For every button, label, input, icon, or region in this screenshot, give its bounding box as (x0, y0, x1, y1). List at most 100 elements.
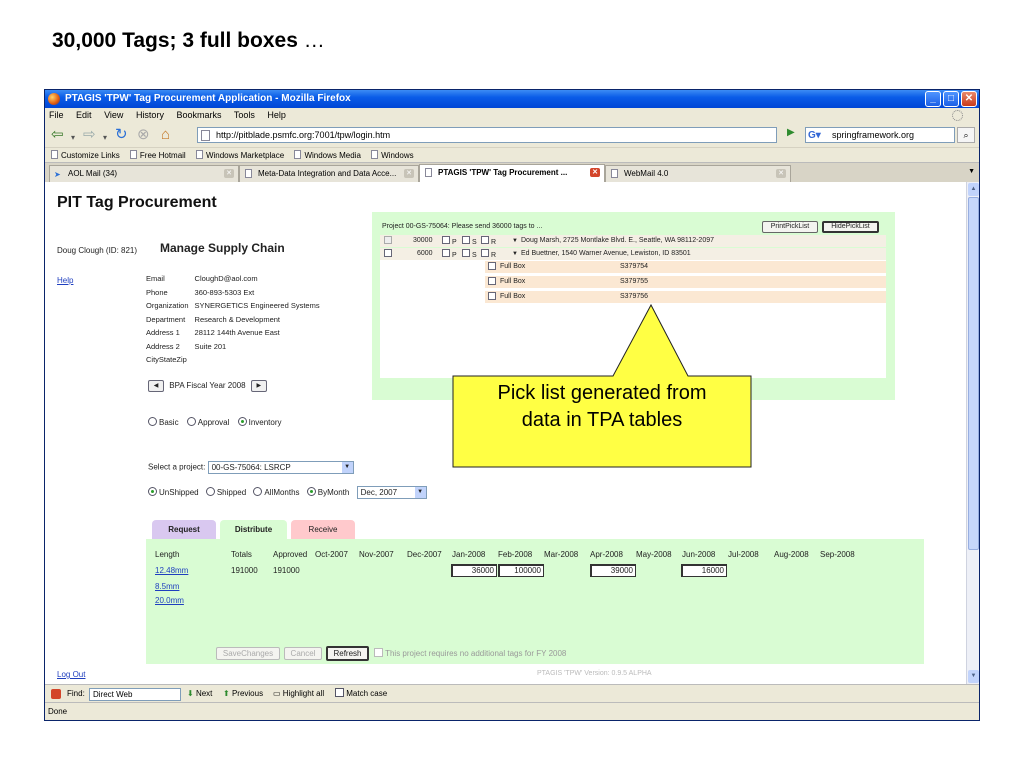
refresh-button[interactable]: Refresh (326, 646, 369, 661)
col-jun: Jun-2008 (682, 550, 716, 559)
mar-quantity-input[interactable]: 39000 (590, 564, 636, 577)
save-changes-button[interactable]: SaveChanges (216, 647, 280, 660)
bookmark-item[interactable]: Free Hotmail (129, 148, 186, 163)
dec-quantity-input[interactable]: 36000 (451, 564, 497, 577)
col-approved: Approved (273, 550, 308, 559)
project-select-row: Select a project: 00-GS-75064: LSRCP ▼ (148, 461, 354, 474)
find-next-button[interactable]: ⬇ Next (187, 685, 212, 703)
tab-meta-data[interactable]: Meta-Data Integration and Data Acce... ✕ (239, 165, 419, 182)
menu-history[interactable]: History (136, 110, 164, 120)
menu-help[interactable]: Help (267, 110, 286, 120)
close-find-icon[interactable] (51, 689, 61, 699)
scroll-thumb[interactable] (968, 197, 979, 550)
tab-close-icon[interactable]: ✕ (590, 168, 600, 177)
cancel-button[interactable]: Cancel (284, 647, 322, 660)
logout-link[interactable]: Log Out (57, 670, 85, 679)
stop-icon[interactable]: ⊗ (137, 126, 150, 143)
tab-ptagis[interactable]: PTAGIS 'TPW' Tag Procurement ... ✕ (419, 164, 605, 183)
mode-basic[interactable]: Basic (148, 417, 179, 427)
col-mar: Mar-2008 (544, 550, 579, 559)
page-icon (195, 150, 203, 159)
go-arrow-icon[interactable]: ▶ (787, 127, 795, 138)
scroll-down-icon[interactable]: ▼ (968, 670, 979, 683)
checkbox-icon[interactable] (462, 236, 470, 244)
project-select[interactable]: 00-GS-75064: LSRCP ▼ (207, 461, 354, 474)
chevron-down-icon[interactable]: ▼ (512, 248, 518, 260)
url-bar[interactable]: http://pitblade.psmfc.org:7001/tpw/login… (197, 127, 777, 143)
menu-file[interactable]: File (49, 110, 64, 120)
length-link[interactable]: 12.48mm (155, 566, 188, 575)
filter-bymonth[interactable]: ByMonth (306, 486, 349, 497)
col-jul: Jul-2008 (728, 550, 759, 559)
menu-tools[interactable]: Tools (234, 110, 255, 120)
help-link[interactable]: Help (57, 276, 73, 285)
length-link[interactable]: 8.5mm (155, 582, 179, 591)
search-box[interactable]: G▾ springframework.org (805, 127, 955, 143)
vertical-scrollbar[interactable]: ▲ ▼ (966, 182, 979, 684)
menu-bookmarks[interactable]: Bookmarks (176, 110, 221, 120)
radio-selected-icon (148, 486, 157, 496)
find-input[interactable]: Direct Web (89, 688, 181, 701)
pick-row: 30000 P S R ▼ Doug Marsh, 2725 Montlake … (380, 235, 886, 247)
tab-request[interactable]: Request (152, 520, 216, 539)
jan-quantity-input[interactable]: 100000 (498, 564, 544, 577)
checkbox-icon[interactable] (442, 249, 450, 257)
may-quantity-input[interactable]: 16000 (681, 564, 727, 577)
filter-allmonths[interactable]: AllMonths (253, 486, 300, 497)
checkbox-icon[interactable] (384, 236, 392, 244)
tab-close-icon[interactable]: ✕ (776, 169, 786, 178)
page-icon (371, 150, 379, 159)
tab-aol-mail[interactable]: ➤ AOL Mail (34) ✕ (49, 165, 239, 182)
bookmark-item[interactable]: Customize Links (51, 148, 120, 163)
bookmark-item[interactable]: Windows Marketplace (195, 148, 284, 163)
checkbox-icon[interactable] (462, 249, 470, 257)
tab-close-icon[interactable]: ✕ (404, 169, 414, 178)
close-button[interactable]: ✕ (961, 91, 977, 107)
search-magnifier-icon[interactable]: ⌕ (957, 127, 975, 143)
menu-view[interactable]: View (104, 110, 123, 120)
page-icon (129, 150, 137, 159)
back-arrow-icon[interactable]: ⇦ (51, 126, 64, 143)
forward-arrow-icon[interactable]: ⇨ (83, 126, 96, 143)
box-serial: S379756 (620, 293, 649, 300)
length-link[interactable]: 20.0mm (155, 596, 184, 605)
tab-webmail[interactable]: WebMail 4.0 ✕ (605, 165, 791, 182)
match-case-checkbox[interactable]: Match case (335, 685, 387, 703)
menu-edit[interactable]: Edit (76, 110, 92, 120)
scroll-up-icon[interactable]: ▲ (968, 183, 979, 196)
bookmark-item[interactable]: Windows Media (294, 148, 361, 163)
tab-list-icon[interactable]: ▼ (968, 168, 975, 175)
month-select[interactable]: Dec, 2007 ▼ (356, 486, 427, 499)
filter-shipped[interactable]: Shipped (205, 486, 246, 497)
status-bar: Done (45, 702, 979, 720)
next-year-button[interactable]: ▶ (250, 380, 267, 392)
minimize-button[interactable]: _ (925, 91, 941, 107)
tab-close-icon[interactable]: ✕ (224, 169, 234, 178)
tab-distribute[interactable]: Distribute (220, 520, 287, 539)
mode-approval[interactable]: Approval (186, 417, 229, 427)
checkbox-icon[interactable] (488, 277, 496, 285)
checkbox-icon[interactable] (488, 292, 496, 300)
checkbox-icon[interactable] (384, 249, 392, 257)
tab-receive[interactable]: Receive (291, 520, 355, 539)
checkbox-icon[interactable] (481, 236, 489, 244)
hide-pick-list-button[interactable]: HidePickList (822, 221, 879, 233)
highlight-all-button[interactable]: ▭ Highlight all (273, 685, 324, 703)
home-icon[interactable]: ⌂ (161, 126, 170, 143)
contact-info: Email CloughD@aol.com Phone 360-893-5303 E… (146, 274, 320, 364)
filter-unshipped[interactable]: UnShipped (148, 486, 199, 497)
find-previous-button[interactable]: ⬆ Previous (223, 685, 263, 703)
reload-icon[interactable]: ↻ (115, 126, 128, 143)
checkbox-icon[interactable] (442, 236, 450, 244)
col-totals: Totals (231, 550, 252, 559)
mode-inventory[interactable]: Inventory (237, 417, 282, 427)
print-pick-list-button[interactable]: PrintPickList (762, 221, 818, 233)
distribute-panel: Length Totals Approved Oct-2007 Nov-2007… (146, 539, 924, 664)
checkbox-icon[interactable] (488, 262, 496, 270)
maximize-button[interactable]: □ (943, 91, 959, 107)
prev-year-button[interactable]: ◀ (148, 380, 164, 392)
chevron-down-icon[interactable]: ▼ (512, 235, 518, 247)
bookmark-item[interactable]: Windows (371, 148, 414, 163)
radio-selected-icon (237, 417, 247, 426)
checkbox-icon[interactable] (481, 249, 489, 257)
